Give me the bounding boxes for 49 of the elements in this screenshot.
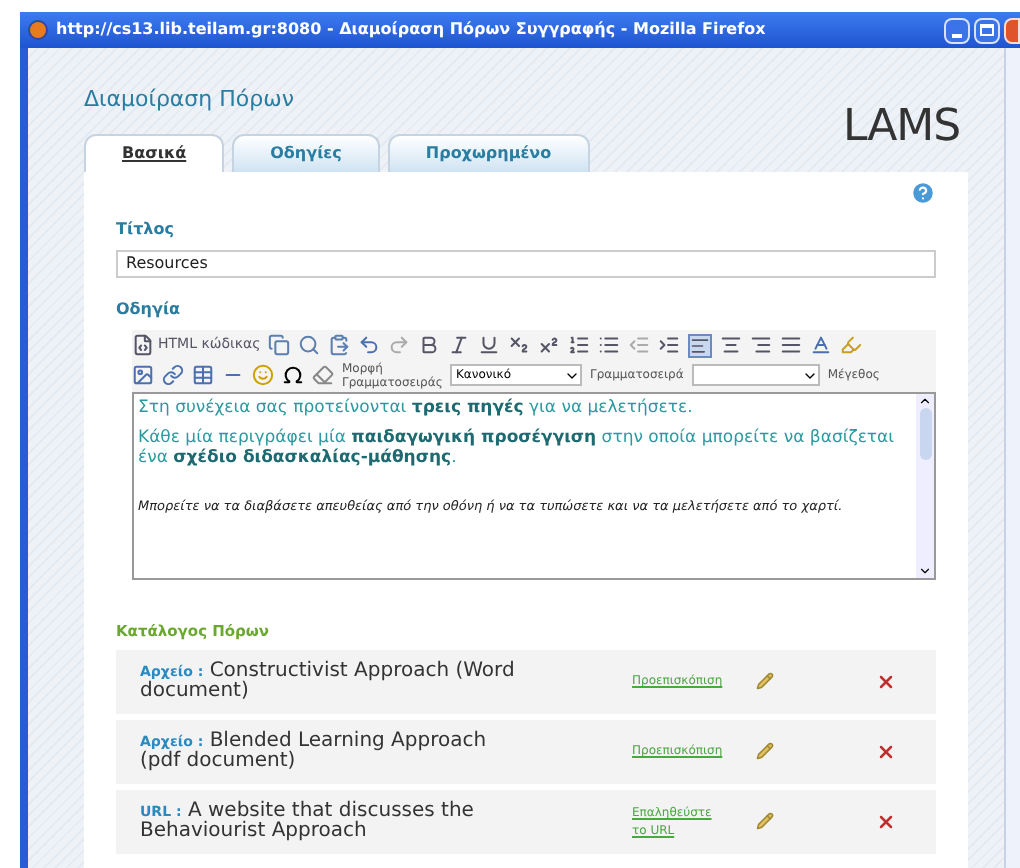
delete-icon[interactable]: [876, 741, 896, 762]
field-label: Οδηγία: [116, 297, 183, 321]
page-heading: Διαμοίραση Πόρων: [84, 84, 296, 116]
text-color-icon[interactable]: [810, 334, 833, 356]
editor-paragraph: Στη συνέχεια σας προτείνονται τρεις πηγές για να μελετήσετε.: [138, 397, 695, 417]
edit-icon[interactable]: [756, 672, 774, 691]
editor-paragraph: Κάθε μία περιγράφει μία παιδαγωγική προσέγγιση στην οποία μπορείτε να βασίζεται ένα σχέδιο διδασκαλίας-μάθησης.: [138, 427, 897, 467]
page-scrollbar[interactable]: [1004, 48, 1020, 868]
editor-scrollbar[interactable]: [916, 393, 934, 577]
minimize-button[interactable]: [944, 17, 970, 43]
table-icon[interactable]: [192, 364, 214, 386]
help-icon[interactable]: [910, 179, 936, 205]
maximize-button[interactable]: [974, 17, 1000, 43]
delete-icon[interactable]: [876, 671, 896, 692]
subscript-icon[interactable]: [508, 334, 531, 356]
align-right-icon[interactable]: [750, 334, 773, 356]
source-icon[interactable]: [132, 334, 154, 356]
indent-icon[interactable]: [658, 334, 681, 356]
close-button[interactable]: [1004, 17, 1020, 43]
underline-icon[interactable]: [478, 334, 501, 356]
preview-icon[interactable]: [298, 334, 321, 356]
delete-icon[interactable]: [876, 811, 896, 832]
field-label: Τίτλος: [116, 217, 176, 241]
link-icon[interactable]: [162, 364, 184, 386]
lams-logo: LAMS: [842, 99, 960, 155]
title-input[interactable]: Resources: [116, 249, 936, 277]
scroll-down-icon[interactable]: [918, 563, 932, 577]
justify-icon[interactable]: [780, 334, 803, 356]
omega-icon[interactable]: [282, 364, 304, 386]
image-icon[interactable]: [132, 364, 154, 386]
bold-icon[interactable]: [418, 334, 441, 356]
paste-icon[interactable]: [328, 334, 351, 356]
eraser-icon[interactable]: [312, 364, 334, 386]
align-center-icon[interactable]: [720, 334, 743, 356]
superscript-icon[interactable]: [538, 334, 561, 356]
editor-area[interactable]: [132, 391, 936, 579]
tab[interactable]: Προχωρημένο: [387, 133, 590, 171]
tab[interactable]: Οδηγίες: [232, 133, 380, 171]
undo-icon[interactable]: [358, 334, 381, 356]
copy-icon[interactable]: [268, 334, 291, 356]
window-title: http://cs13.lib.teilam.gr:8080 - Διαμοίραση Πόρων Συγγραφής - Mozilla Firefox: [56, 18, 766, 42]
bullet-list-icon[interactable]: [598, 334, 621, 356]
edit-icon[interactable]: [756, 812, 774, 831]
italic-icon[interactable]: [448, 334, 471, 356]
edit-icon[interactable]: [756, 742, 774, 761]
align-left-button[interactable]: [688, 333, 713, 357]
tab[interactable]: Βασικά: [84, 133, 225, 171]
numbered-list-icon[interactable]: [568, 334, 591, 356]
scroll-up-icon[interactable]: [918, 393, 932, 407]
